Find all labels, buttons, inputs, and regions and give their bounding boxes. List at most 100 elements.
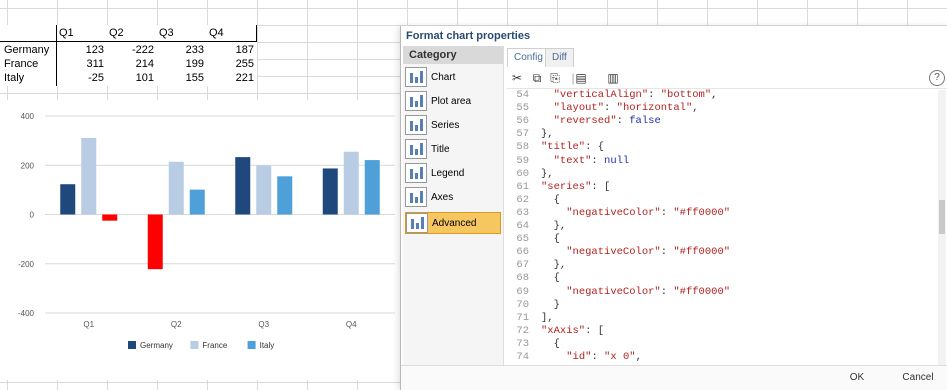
chart-preview-icon[interactable]: ▥	[605, 70, 621, 86]
editor-scrollbar-thumb[interactable]	[939, 200, 945, 234]
x-tick-label: Q1	[83, 320, 94, 329]
line-number: 73	[516, 337, 529, 350]
code-text[interactable]: "id": "x 0",	[541, 351, 642, 363]
ok-button[interactable]: OK	[833, 369, 881, 387]
code-text[interactable]: {	[541, 194, 560, 206]
header-q4[interactable]: Q4	[209, 25, 224, 41]
line-number: 70	[516, 298, 529, 311]
copy-icon[interactable]: ⧉	[529, 70, 545, 86]
category-chart[interactable]: Chart	[405, 66, 501, 88]
column-chart[interactable]: 400 200 0 -200 -400 Q1 Q2 Q3 Q4 Germany France Ital…	[0, 100, 400, 380]
category-title[interactable]: Title	[405, 138, 501, 160]
line-number: 69	[516, 285, 529, 298]
code-text[interactable]: },	[541, 128, 554, 140]
code-text[interactable]: },	[541, 220, 567, 232]
code-text[interactable]: "text": null	[541, 155, 630, 167]
editor-toolbar: ✂ ⧉ ⎘ | ▤ ▥ ?	[507, 68, 947, 89]
chart-area[interactable]: 400 200 0 -200 -400 Q1 Q2 Q3 Q4 Germany France Ital…	[0, 100, 400, 380]
bar	[81, 137, 97, 215]
code-text[interactable]: "title": {	[541, 141, 604, 153]
code-text[interactable]: "negativeColor": "#ff0000"	[541, 246, 730, 258]
line-number: 55	[516, 102, 529, 115]
x-tick-label: Q4	[346, 320, 357, 329]
line-number: 54	[516, 89, 529, 101]
code-text[interactable]: "layout": "horizontal",	[541, 102, 699, 114]
line-number: 60	[516, 167, 529, 180]
code-text[interactable]: "negativeColor": "#ff0000"	[541, 286, 730, 298]
category-plot-area[interactable]: Plot area	[405, 90, 501, 112]
code-text[interactable]: "verticalAlign": "bottom",	[541, 89, 718, 101]
line-number: 56	[516, 115, 529, 128]
tab-config[interactable]: Config	[507, 48, 550, 67]
bar	[147, 214, 163, 270]
code-text[interactable]: {	[541, 272, 560, 284]
line-number: 58	[516, 141, 529, 154]
line-number: 66	[516, 246, 529, 259]
legend-label: France	[202, 341, 227, 350]
category-axes-label: Axes	[431, 191, 454, 203]
line-number: 61	[516, 180, 529, 193]
bar	[168, 161, 184, 215]
bar	[343, 151, 359, 215]
category-chart-label: Chart	[431, 71, 456, 83]
category-axes[interactable]: Axes	[405, 186, 501, 208]
x-tick-label: Q2	[171, 320, 182, 329]
bar	[322, 168, 338, 215]
code-text[interactable]: "reversed": false	[541, 115, 661, 127]
header-q2[interactable]: Q2	[109, 25, 124, 41]
code-text[interactable]: {	[541, 338, 560, 350]
format-chart-dialog[interactable]: Format chart properties Category Chart P…	[400, 26, 947, 390]
bar	[189, 189, 205, 215]
cell-italy-q1[interactable]: -25	[56, 70, 104, 86]
legend-label: Germany	[140, 341, 173, 350]
code-text[interactable]: },	[541, 259, 567, 271]
paste-icon[interactable]: ⎘	[547, 70, 563, 86]
category-legend-label: Legend	[431, 167, 465, 179]
y-tick-label: 400	[21, 112, 35, 121]
line-number: 68	[516, 272, 529, 285]
category-plot-area-label: Plot area	[431, 95, 472, 107]
help-icon[interactable]: ?	[929, 70, 945, 86]
category-legend[interactable]: Legend	[405, 162, 501, 184]
code-text[interactable]: "negativeColor": "#ff0000"	[541, 207, 730, 219]
cancel-button[interactable]: Cancel	[891, 369, 945, 387]
y-tick-label: 0	[30, 211, 35, 220]
legend-swatch	[190, 341, 199, 349]
line-number: 72	[516, 324, 529, 337]
format-icon[interactable]: ▤	[573, 70, 589, 86]
x-tick-label: Q3	[258, 320, 269, 329]
line-number: 71	[516, 311, 529, 324]
bar	[102, 214, 118, 221]
chart-icon	[405, 67, 427, 87]
y-tick-label: -200	[18, 260, 35, 269]
cell-italy-q4[interactable]: 221	[206, 70, 254, 86]
data-table: Q1 Q2 Q3 Q4 Germany 123 -222 233 187 Fra…	[0, 25, 257, 86]
row-italy-label[interactable]: Italy	[4, 70, 24, 86]
tab-diff[interactable]: Diff	[545, 48, 574, 67]
code-text[interactable]: ],	[541, 312, 554, 324]
cut-icon[interactable]: ✂	[509, 70, 525, 86]
legend-icon	[405, 163, 427, 183]
y-tick-label: 200	[21, 161, 35, 170]
code-text[interactable]: "series": [	[541, 181, 610, 193]
category-header: Category	[403, 46, 503, 64]
header-q1[interactable]: Q1	[59, 25, 74, 41]
plot-area-icon	[405, 91, 427, 111]
category-series[interactable]: Series	[405, 114, 501, 136]
y-tick-label: -400	[18, 309, 35, 318]
line-number: 59	[516, 154, 529, 167]
category-advanced[interactable]: Advanced	[405, 212, 501, 234]
editor-scrollbar[interactable]	[938, 90, 946, 366]
cell-italy-q2[interactable]: 101	[106, 70, 154, 86]
cell-italy-q3[interactable]: 155	[156, 70, 204, 86]
code-editor[interactable]: 54 "verticalAlign": "bottom", 55 "layout"…	[507, 89, 937, 366]
code-text[interactable]: }	[541, 299, 560, 311]
bar	[364, 160, 380, 215]
header-q3[interactable]: Q3	[159, 25, 174, 41]
line-number: 63	[516, 206, 529, 219]
code-text[interactable]: },	[541, 168, 554, 180]
line-number: 57	[516, 128, 529, 141]
bar	[256, 165, 272, 215]
code-text[interactable]: "xAxis": [	[541, 325, 604, 337]
code-text[interactable]: {	[541, 233, 560, 245]
